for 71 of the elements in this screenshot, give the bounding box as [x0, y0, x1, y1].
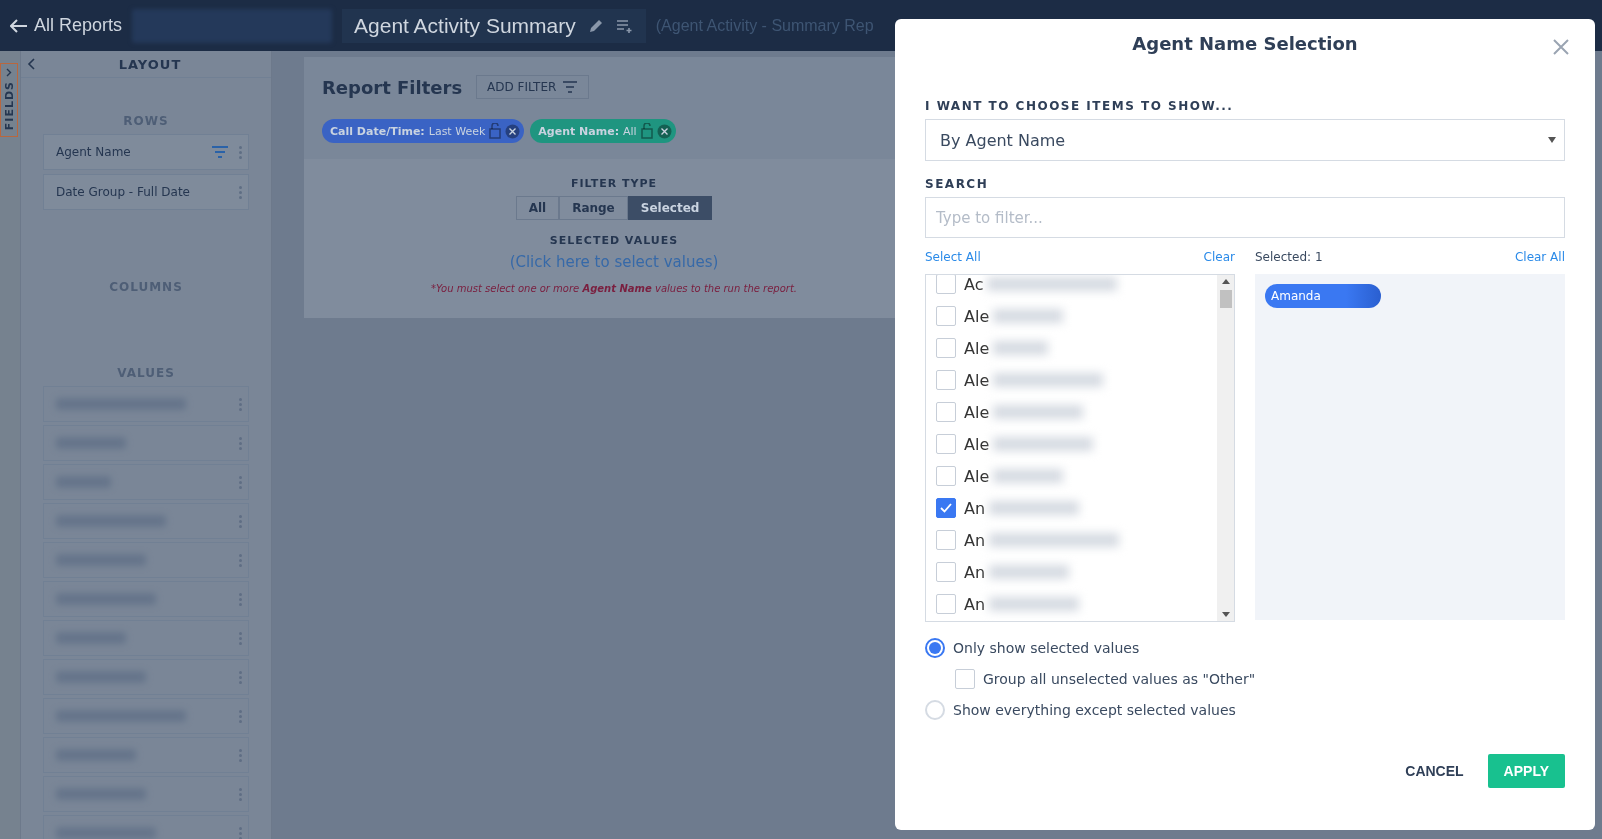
selected-values-label: SELECTED VALUES	[549, 234, 679, 247]
blurred-name	[993, 469, 1064, 483]
checkbox[interactable]	[936, 275, 956, 294]
chevron-right-icon	[6, 68, 12, 77]
filter-chip[interactable]: Call Date/Time: Last Week	[322, 119, 525, 143]
checkbox[interactable]	[936, 466, 956, 486]
filter-type-tab[interactable]: All	[515, 196, 560, 220]
lock-icon[interactable]	[640, 123, 653, 139]
filter-icon[interactable]	[211, 145, 229, 159]
scrollbar[interactable]	[1217, 275, 1234, 621]
close-icon[interactable]	[1553, 39, 1569, 55]
chevron-left-icon[interactable]	[27, 58, 35, 70]
pencil-icon[interactable]	[587, 17, 604, 34]
agent-name[interactable]: Ale	[964, 402, 990, 422]
checkbox[interactable]	[936, 338, 956, 358]
checkbox[interactable]	[936, 530, 956, 550]
agent-name[interactable]: An	[964, 594, 986, 614]
checkbox[interactable]	[936, 562, 956, 582]
layout-title: LAYOUT	[117, 56, 183, 72]
dialog-title: Agent Name Selection	[1132, 33, 1358, 56]
clear-link[interactable]: Clear	[1203, 250, 1235, 274]
check-icon	[940, 503, 952, 513]
scroll-thumb[interactable]	[1219, 290, 1232, 308]
agent-name[interactable]: An	[964, 530, 986, 550]
remove-icon[interactable]	[656, 123, 672, 139]
filter-icon	[562, 81, 579, 93]
filters-title: Report Filters	[322, 76, 463, 98]
arrow-left-icon	[10, 18, 28, 33]
back-link[interactable]: All Reports	[10, 15, 123, 36]
field-label: I WANT TO CHOOSE ITEMS TO SHOW...	[925, 99, 1235, 113]
checkbox[interactable]	[936, 370, 956, 390]
blurred-name	[993, 341, 1049, 355]
blurred-name	[993, 309, 1064, 323]
checkbox[interactable]	[955, 668, 975, 689]
checkbox[interactable]	[936, 498, 956, 518]
option-label[interactable]: Show everything except selected values	[953, 701, 1236, 718]
option-label[interactable]: Only show selected values	[953, 639, 1140, 656]
scroll-up-icon[interactable]	[1221, 279, 1230, 284]
list-add-icon[interactable]	[615, 18, 634, 33]
agent-name[interactable]: Ale	[964, 466, 990, 486]
report-title: Agent Activity Summary	[354, 13, 576, 38]
clear-all-link[interactable]: Clear All	[1514, 250, 1565, 274]
agent-name[interactable]: Ale	[964, 370, 990, 390]
cancel-button[interactable]: CANCEL	[1399, 762, 1470, 780]
checkbox[interactable]	[936, 306, 956, 326]
caret-icon	[1548, 137, 1556, 143]
radio-button[interactable]	[925, 637, 945, 658]
checkbox[interactable]	[936, 594, 956, 614]
option-label[interactable]: Group all unselected values as "Other"	[983, 670, 1256, 687]
filter-type-label: FILTER TYPE	[570, 177, 658, 190]
row-field[interactable]: Date Group - Full Date	[43, 174, 249, 210]
row-field[interactable]: Agent Name	[43, 134, 249, 170]
select-all-link[interactable]: Select All	[925, 250, 981, 274]
agent-name[interactable]: An	[964, 562, 986, 582]
search-field[interactable]: Type to filter...	[925, 197, 1565, 238]
selected-chip[interactable]: Amanda	[1265, 284, 1381, 308]
agent-name[interactable]: Ale	[964, 338, 990, 358]
filter-type-tab[interactable]: Range	[559, 196, 628, 220]
agent-name[interactable]: An	[964, 498, 986, 518]
chooser-dropdown[interactable]: By Agent Name	[925, 119, 1565, 161]
agent-name[interactable]: Ac	[964, 275, 984, 294]
remove-icon[interactable]	[505, 123, 521, 139]
filter-type-tab[interactable]: Selected	[627, 196, 713, 220]
agent-name[interactable]: Ale	[964, 434, 990, 454]
field-label: SEARCH	[925, 177, 990, 191]
checkbox[interactable]	[936, 402, 956, 422]
warning-note: *You must select one or more Agent Name values to the run the report.	[431, 283, 797, 294]
agent-name[interactable]: Ale	[964, 306, 990, 326]
selected-count: Selected: 1	[1255, 250, 1323, 266]
checkbox[interactable]	[936, 434, 956, 454]
scroll-down-icon[interactable]	[1221, 612, 1230, 617]
